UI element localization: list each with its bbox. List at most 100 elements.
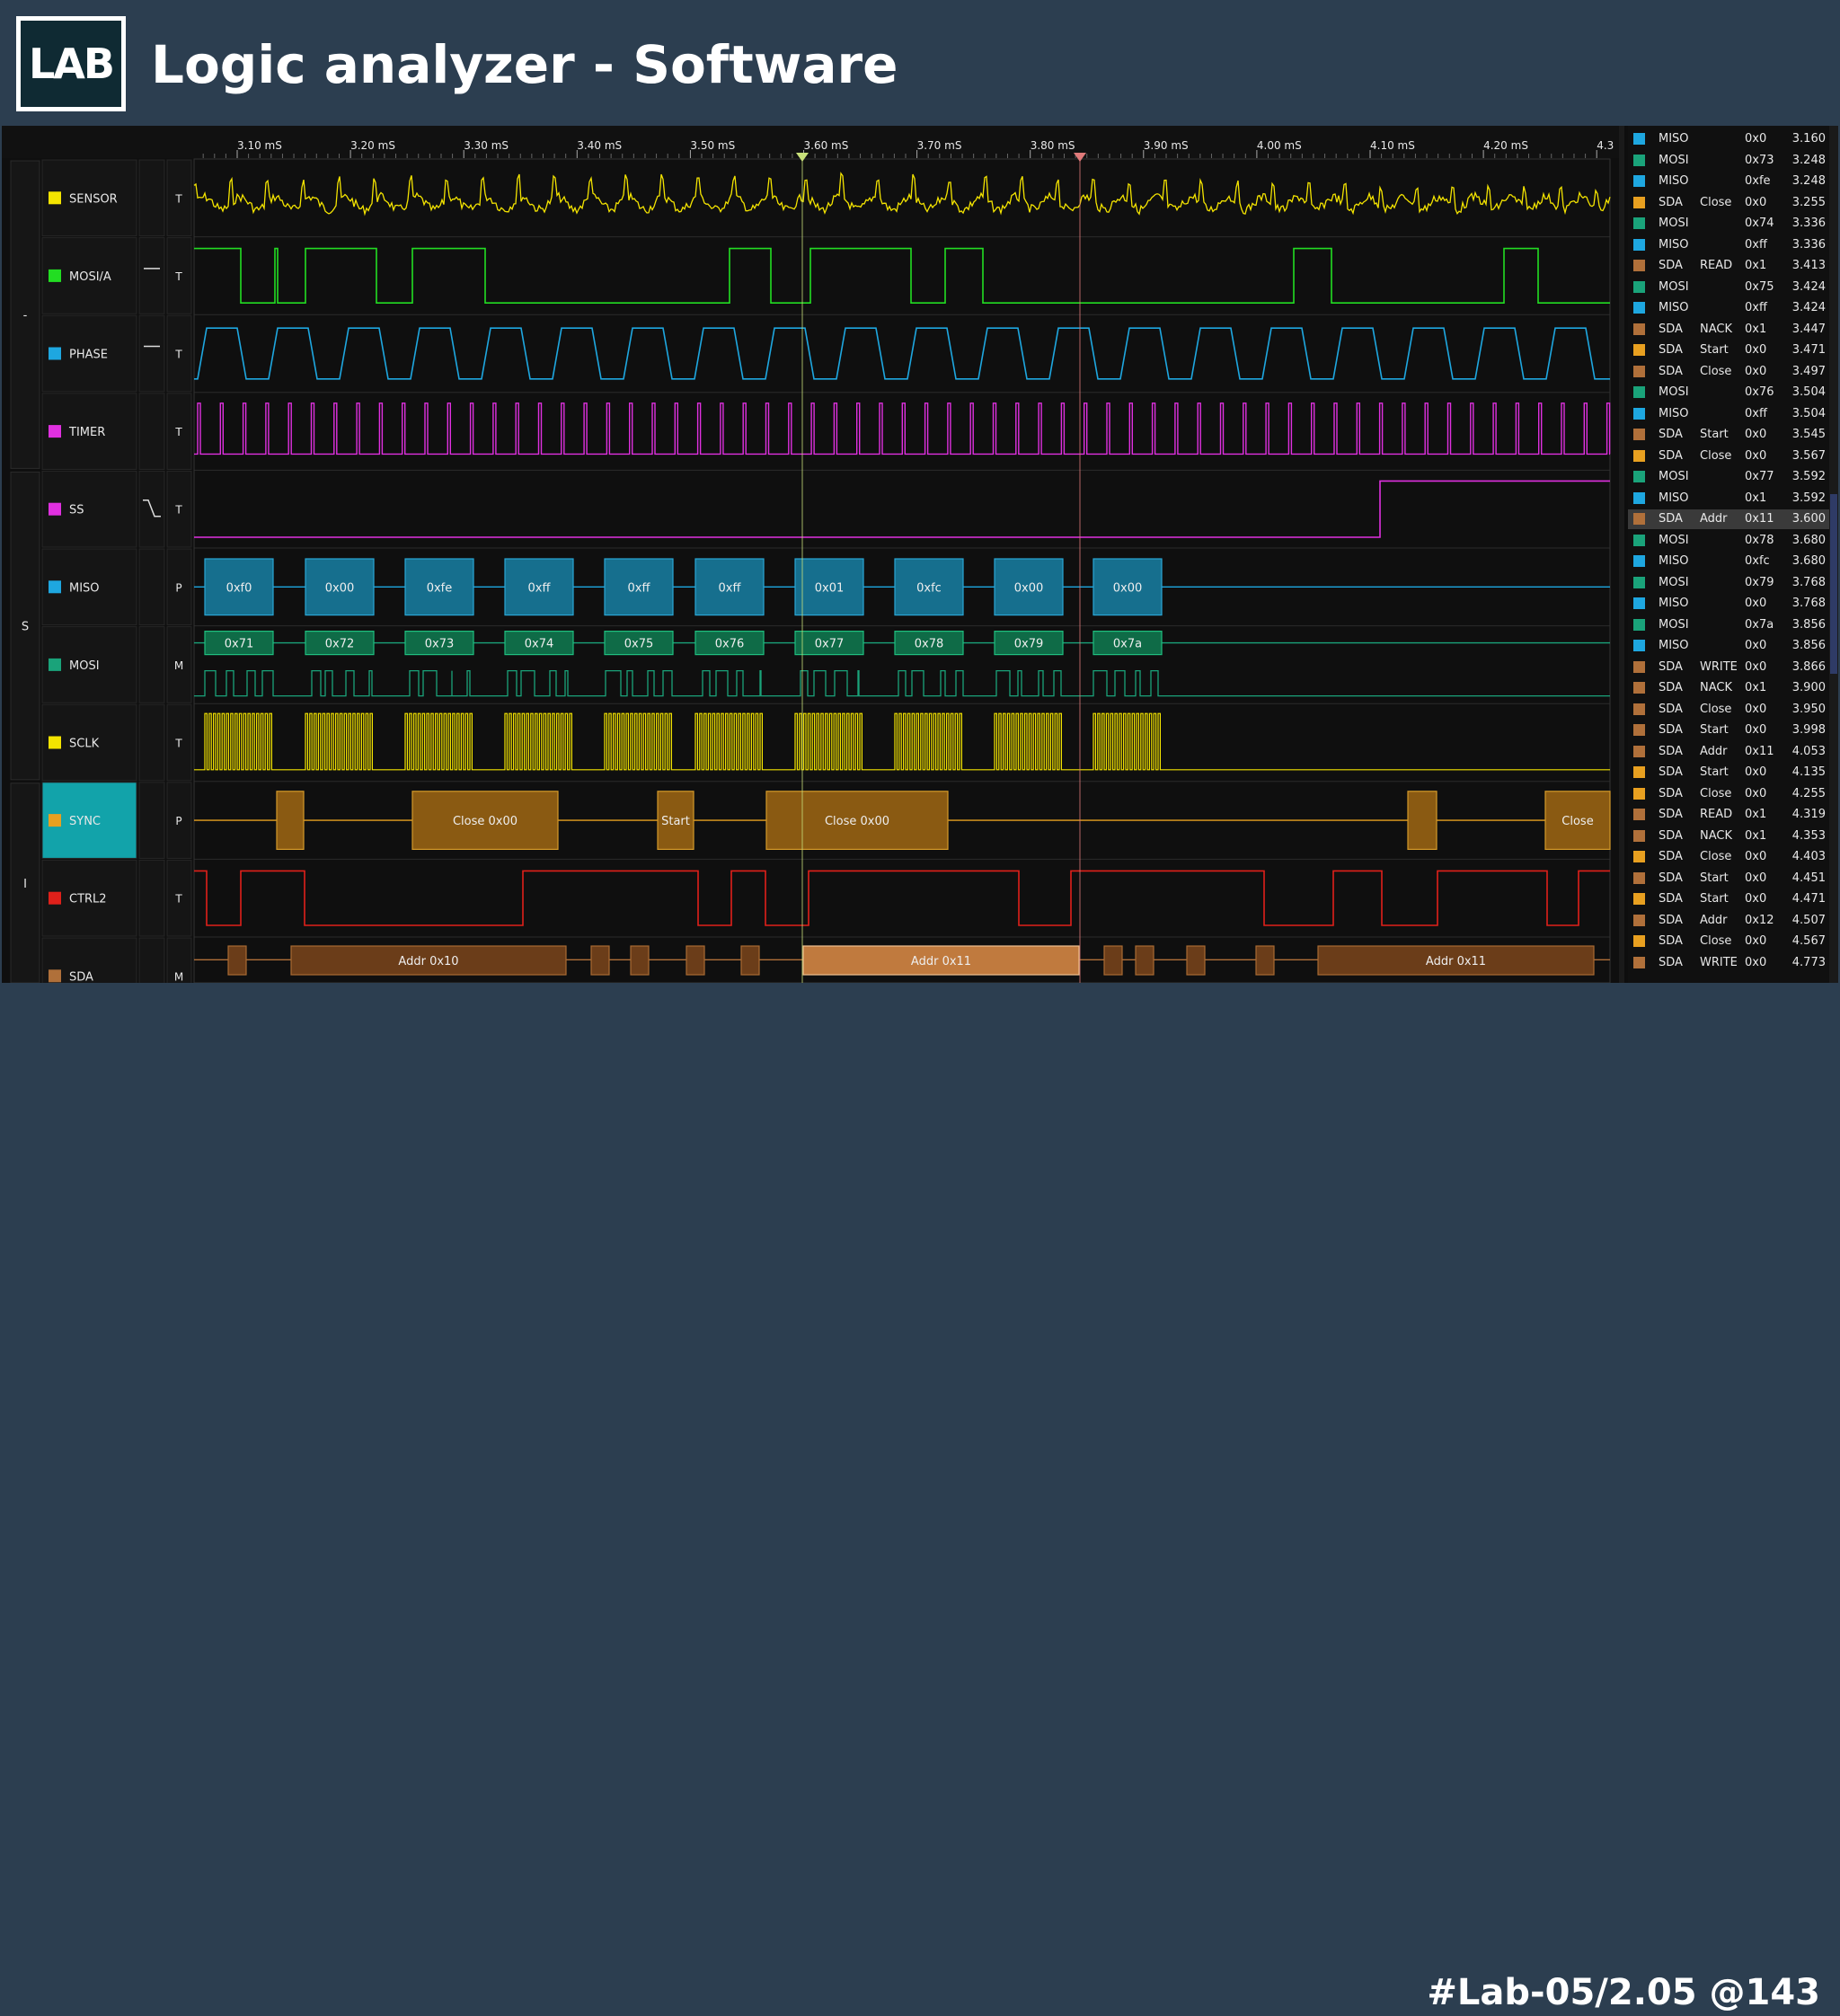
protocol-row[interactable]: SDA Addr 0x11 4.053 [1628,742,1829,762]
protocol-row-swatch [1633,956,1645,968]
trigger-cell [138,782,165,859]
sda-frame-box [630,945,650,976]
protocol-row[interactable]: SDA Close 0x0 4.403 [1628,847,1829,867]
protocol-row[interactable]: MOSI 0x73 3.248 [1628,151,1829,171]
protocol-row-value: 0x0 [1745,195,1767,209]
channel-label: SCLK [69,738,100,751]
protocol-row[interactable]: SDA Close 0x0 4.567 [1628,932,1829,951]
protocol-row-channel: SDA [1659,913,1683,927]
protocol-row-time: 3.424 [1791,301,1826,314]
protocol-row-channel: SDA [1659,702,1683,716]
protocol-row[interactable]: SDA Start 0x0 3.545 [1628,425,1829,445]
protocol-row-event: Addr [1700,913,1728,927]
protocol-row[interactable]: SDA Addr 0x12 4.507 [1628,911,1829,931]
protocol-row[interactable]: MISO 0xff 3.424 [1628,298,1829,318]
protocol-row[interactable]: SDA Close 0x0 3.255 [1628,193,1829,213]
protocol-row[interactable]: MOSI 0x76 3.504 [1628,383,1829,402]
protocol-row-swatch [1633,471,1645,482]
protocol-row[interactable]: SDA Start 0x0 4.135 [1628,763,1829,783]
channel-color-swatch [49,347,61,360]
protocol-row[interactable]: SDA NACK 0x1 3.447 [1628,320,1829,340]
miso-byte-box-label: 0xfc [916,581,942,595]
protocol-row[interactable]: SDA NACK 0x1 3.900 [1628,678,1829,698]
channel-mode: T [174,738,182,750]
protocol-row[interactable]: MISO 0x1 3.592 [1628,489,1829,508]
protocol-row-time: 4.135 [1791,765,1826,779]
protocol-row-channel: MISO [1659,132,1689,146]
sda-frame-box-label: Addr 0x11 [1426,955,1486,968]
channel-color-swatch [49,891,61,905]
sda-frame-box-label: Addr 0x10 [398,955,458,968]
protocol-row-event: Close [1700,786,1732,800]
protocol-row-event: Close [1700,448,1732,463]
protocol-row-swatch [1633,217,1645,229]
protocol-row-swatch [1633,871,1645,884]
protocol-row[interactable]: SDA Start 0x0 4.471 [1628,889,1829,909]
protocol-row[interactable]: SDA Start 0x0 4.451 [1628,869,1829,889]
protocol-row[interactable]: MISO 0xfc 3.680 [1628,552,1829,571]
mosi-byte-box-label: 0x75 [624,638,654,651]
mosi-byte-box-label: 0x79 [1014,638,1044,651]
protocol-row-event: READ [1700,808,1733,821]
protocol-row[interactable]: MISO 0xfe 3.248 [1628,172,1829,191]
protocol-row-time: 3.160 [1791,132,1826,146]
protocol-row[interactable]: MOSI 0x74 3.336 [1628,214,1829,234]
channel-color-swatch [49,658,61,671]
trigger-cell [138,626,165,703]
waveform-canvas[interactable]: 3.10 mS 3.20 mS 3.30 mS 3.40 mS 3.50 mS 3.60 … [2,126,1619,983]
trigger-cell [138,937,165,983]
channel-label: MOSI [69,659,100,673]
protocol-row[interactable]: SDA Addr 0x11 3.600 [1628,509,1829,529]
channel-label: CTRL2 [69,893,107,906]
protocol-row-channel: SDA [1659,364,1683,378]
channel-label: MOSI/A [69,270,111,284]
protocol-row[interactable]: MISO 0xff 3.504 [1628,404,1829,424]
protocol-list-scroll-thumb[interactable] [1830,494,1837,674]
protocol-row[interactable]: MISO 0xff 3.336 [1628,235,1829,255]
protocol-row[interactable]: SDA Close 0x0 3.497 [1628,362,1829,382]
protocol-row[interactable]: MOSI 0x75 3.424 [1628,278,1829,297]
protocol-row[interactable]: MISO 0x0 3.856 [1628,636,1829,656]
mosi-byte-box-label: 0x77 [815,638,845,651]
trigger-cell [138,159,165,237]
protocol-row-time: 4.319 [1791,808,1826,821]
channel-mode: T [174,893,182,906]
protocol-row[interactable]: SDA READ 0x1 4.319 [1628,805,1829,825]
miso-byte-box-label: 0x01 [815,581,845,595]
protocol-row[interactable]: SDA READ 0x1 3.413 [1628,256,1829,276]
protocol-row-channel: MOSI [1659,470,1689,483]
channel-label: TIMER [68,426,105,439]
protocol-row-value: 0x7a [1745,617,1774,632]
channel-mode: T [174,270,182,283]
protocol-row-time: 3.592 [1791,491,1826,505]
protocol-row[interactable]: MOSI 0x77 3.592 [1628,467,1829,487]
protocol-row-swatch [1633,555,1645,567]
channel-mode: M [174,659,183,672]
protocol-row[interactable]: MOSI 0x7a 3.856 [1628,615,1829,635]
protocol-row[interactable]: SDA Start 0x0 3.471 [1628,340,1829,360]
protocol-row[interactable]: SDA Close 0x0 4.255 [1628,784,1829,804]
protocol-row-swatch [1633,618,1645,631]
waveform-view[interactable]: 3.10 mS 3.20 mS 3.30 mS 3.40 mS 3.50 mS 3.60 … [2,126,1624,983]
channel-mode: T [174,192,182,205]
protocol-row-swatch [1633,344,1645,356]
protocol-row-channel: MOSI [1659,575,1689,589]
protocol-row-time: 4.403 [1791,850,1826,863]
protocol-row[interactable]: MOSI 0x79 3.768 [1628,573,1829,593]
protocol-row-channel: MOSI [1659,153,1689,167]
protocol-row[interactable]: SDA Close 0x0 3.567 [1628,447,1829,466]
protocol-row-time: 3.255 [1791,195,1826,209]
protocol-row-time: 3.336 [1791,217,1826,230]
protocol-row[interactable]: MOSI 0x78 3.680 [1628,531,1829,551]
protocol-row-swatch [1633,534,1645,546]
protocol-row[interactable]: SDA WRITE 0x0 3.866 [1628,658,1829,677]
protocol-row[interactable]: SDA Close 0x0 3.950 [1628,700,1829,720]
channel-color-swatch [49,191,61,205]
protocol-list[interactable]: MISO 0x0 3.160 MOSI 0x73 3.248 MISO 0xfe 3.248 SD… [1628,126,1838,983]
protocol-row[interactable]: MISO 0x0 3.768 [1628,594,1829,614]
protocol-row[interactable]: MISO 0x0 3.160 [1628,129,1829,149]
protocol-row[interactable]: SDA WRITE 0x0 4.773 [1628,953,1829,973]
protocol-row[interactable]: SDA Start 0x0 3.998 [1628,721,1829,740]
protocol-row-event: Addr [1700,512,1728,526]
protocol-row[interactable]: SDA NACK 0x1 4.353 [1628,827,1829,846]
